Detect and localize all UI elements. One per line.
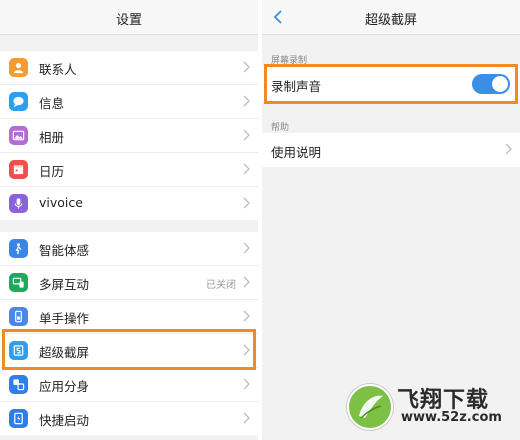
settings-item-quick-launch[interactable]: 快捷启动 (0, 402, 258, 435)
motion-icon (9, 239, 28, 258)
one-hand-icon (9, 307, 28, 326)
multiscreen-icon (9, 273, 28, 292)
chevron-right-icon (243, 378, 250, 390)
settings-item-label: 单手操作 (39, 311, 90, 326)
highlight-box (2, 329, 256, 370)
quick-launch-icon (9, 409, 28, 428)
settings-item-label: 日历 (39, 164, 65, 179)
settings-item-label: vivoice (39, 195, 83, 210)
settings-item-vivoice[interactable]: vivoice (0, 187, 258, 220)
chevron-right-icon (243, 163, 250, 175)
help-item-label: 使用说明 (271, 145, 322, 160)
settings-item-app-clone[interactable]: 应用分身 (0, 368, 258, 402)
page-title: 设置 (115, 13, 142, 28)
message-icon (9, 92, 28, 111)
settings-item-label: 智能体感 (39, 243, 90, 258)
chevron-right-icon (243, 61, 250, 73)
super-screenshot-screen: 超级截屏 屏幕录制 录制声音 帮助 使用说明 (262, 0, 520, 440)
settings-item-label: 多屏互动 (39, 277, 90, 292)
page-title: 超级截屏 (364, 13, 417, 28)
help-item-instructions[interactable]: 使用说明 (262, 133, 520, 167)
settings-navbar: 设置 (0, 0, 258, 35)
watermark: 飞翔下载 www.52z.com (345, 378, 515, 434)
calendar-icon (9, 160, 28, 179)
settings-item-gallery[interactable]: 相册 (0, 119, 258, 153)
chevron-right-icon (243, 129, 250, 141)
chevron-right-icon (243, 95, 250, 107)
settings-group-apps: 联系人 信息 相册 日历 vivoice (0, 51, 258, 220)
watermark-logo (347, 384, 393, 430)
settings-item-label: 应用分身 (39, 379, 90, 394)
settings-item-messages[interactable]: 信息 (0, 85, 258, 119)
chevron-right-icon (243, 242, 250, 254)
settings-item-multiscreen[interactable]: 多屏互动 已关闭 (0, 266, 258, 300)
settings-item-smart-motion[interactable]: 智能体感 (0, 232, 258, 266)
settings-screen: 设置 联系人 信息 相册 日历 vivoice 智能体感 多屏互动 已关闭 单手… (0, 0, 258, 440)
gallery-icon (9, 126, 28, 145)
settings-item-label: 信息 (39, 96, 65, 111)
settings-item-label: 相册 (39, 130, 65, 145)
chevron-right-icon (505, 143, 512, 155)
settings-item-label: 联系人 (39, 62, 77, 77)
super-screenshot-navbar: 超级截屏 (262, 0, 520, 35)
status-value: 已关闭 (206, 280, 236, 291)
chevron-right-icon (243, 276, 250, 288)
microphone-icon (9, 194, 28, 213)
contacts-icon (9, 58, 28, 77)
settings-item-label: 快捷启动 (39, 413, 90, 428)
section-label-help: 帮助 (271, 123, 290, 133)
watermark-url: www.52z.com (401, 410, 502, 425)
chevron-right-icon (243, 310, 250, 322)
settings-item-calendar[interactable]: 日历 (0, 153, 258, 187)
settings-item-contacts[interactable]: 联系人 (0, 51, 258, 85)
app-clone-icon (9, 375, 28, 394)
highlight-box (264, 64, 518, 104)
chevron-right-icon (243, 197, 250, 209)
chevron-right-icon (243, 412, 250, 424)
